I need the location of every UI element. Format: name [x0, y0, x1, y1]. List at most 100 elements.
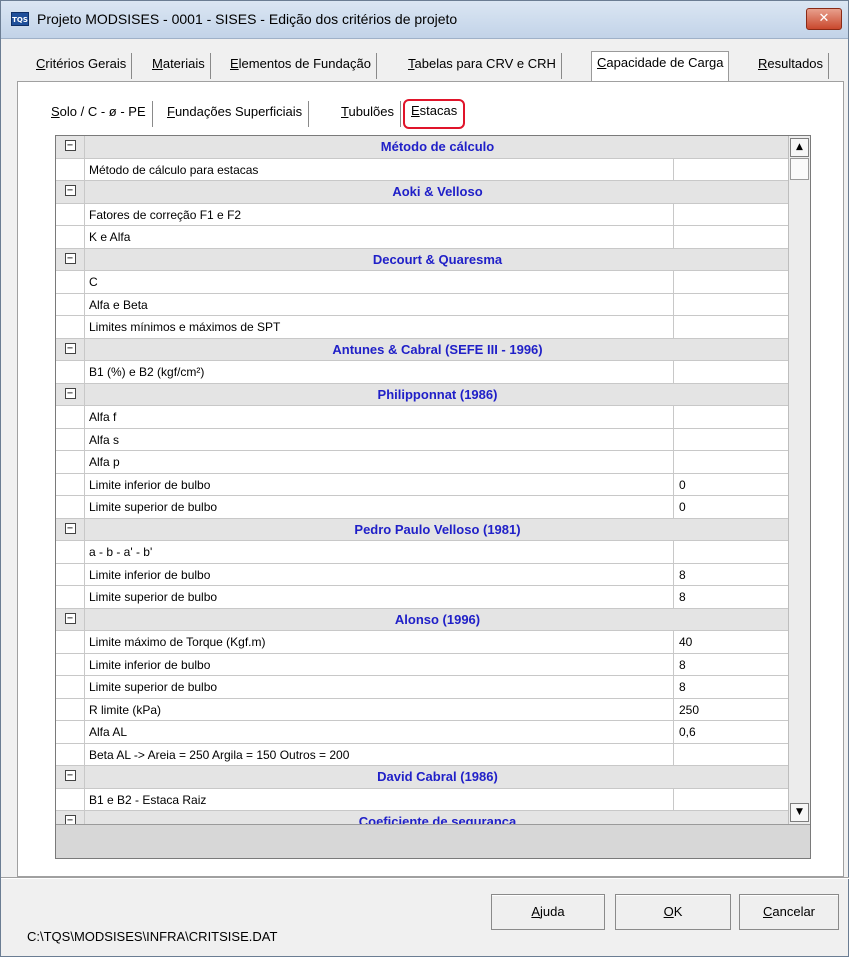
property-value[interactable]: 8 [675, 564, 789, 586]
row-indicator-cell [56, 451, 85, 473]
row-indicator-cell [56, 473, 85, 495]
property-value[interactable] [675, 204, 789, 226]
collapse-icon[interactable]: − [64, 252, 76, 264]
property-value[interactable] [675, 294, 789, 316]
property-value[interactable]: 8 [675, 676, 789, 698]
property-row[interactable]: Alfa p [56, 451, 789, 474]
property-row[interactable]: Limite superior de bulbo 8 [56, 586, 789, 609]
property-label: Beta AL -> Areia = 250 Argila = 150 Outr… [86, 743, 674, 765]
property-grid: − Método de cálculo Método de cálculo para… [55, 135, 811, 859]
row-indicator-cell: − [56, 181, 85, 203]
property-value[interactable] [675, 271, 789, 293]
property-row[interactable]: B1 e B2 - Estaca Raiz [56, 788, 789, 811]
property-row[interactable]: Alfa AL 0,6 [56, 721, 789, 744]
row-indicator-cell [56, 496, 85, 518]
property-row[interactable]: Limite superior de bulbo 8 [56, 676, 789, 699]
tab-criterios-gerais[interactable]: Critérios Gerais [31, 53, 133, 79]
row-indicator-cell [56, 226, 85, 248]
cancel-button[interactable]: Cancelar [739, 894, 839, 930]
property-value[interactable]: 0 [675, 474, 789, 496]
ok-button[interactable]: OK [615, 894, 731, 930]
collapse-icon[interactable]: − [64, 140, 76, 151]
help-button[interactable]: Ajuda [491, 894, 605, 930]
row-indicator-cell [56, 428, 85, 450]
tab-materiais[interactable]: Materiais [147, 53, 211, 79]
property-label: a - b - a' - b' [86, 541, 674, 563]
property-label: Alfa f [86, 406, 674, 428]
group-header-row[interactable]: − Philipponnat (1986) [56, 383, 789, 406]
row-indicator-cell: − [56, 136, 85, 158]
property-row[interactable]: B1 (%) e B2 (kgf/cm²) [56, 361, 789, 384]
property-value[interactable]: 0,6 [675, 721, 789, 743]
group-header-row[interactable]: − Alonso (1996) [56, 608, 789, 631]
property-row[interactable]: Limite superior de bulbo 0 [56, 496, 789, 519]
row-indicator-cell [56, 788, 85, 810]
property-label: Limite inferior de bulbo [86, 473, 674, 495]
property-value[interactable]: 0 [675, 496, 789, 518]
property-value[interactable] [675, 316, 789, 338]
collapse-icon[interactable]: − [64, 612, 76, 624]
group-title: David Cabral (1986) [377, 769, 498, 784]
property-value[interactable]: 8 [675, 654, 789, 676]
property-row[interactable]: C [56, 271, 789, 294]
collapse-icon[interactable]: − [64, 185, 76, 196]
title-bar[interactable]: TQS Projeto MODSISES - 0001 - SISES - Ed… [1, 1, 848, 39]
group-header-row[interactable]: − Decourt & Quaresma [56, 248, 789, 271]
property-row[interactable]: Método de cálculo para estacas [56, 158, 789, 181]
property-value[interactable]: 8 [675, 586, 789, 608]
property-value[interactable]: 40 [675, 631, 789, 653]
property-label: Alfa p [86, 451, 674, 473]
collapse-icon[interactable]: − [64, 387, 76, 399]
scroll-thumb[interactable] [790, 158, 809, 180]
group-header-row[interactable]: − Antunes & Cabral (SEFE III - 1996) [56, 338, 789, 361]
property-value[interactable] [675, 361, 789, 383]
tab-tabelas-crv-crh[interactable]: Tabelas para CRV e CRH [403, 53, 562, 79]
group-header-row[interactable]: − Aoki & Velloso [56, 181, 789, 204]
property-row[interactable]: Limite inferior de bulbo 0 [56, 473, 789, 496]
collapse-icon[interactable]: − [64, 770, 76, 781]
subtab-fundacoes-superficiais[interactable]: Fundações Superficiais [161, 101, 310, 127]
property-row[interactable]: Fatores de correção F1 e F2 [56, 203, 789, 226]
vertical-scrollbar[interactable]: ▲ ▼ [788, 136, 810, 824]
property-row[interactable]: Limites mínimos e máximos de SPT [56, 316, 789, 339]
group-header-row[interactable]: − Pedro Paulo Velloso (1981) [56, 518, 789, 541]
row-indicator-cell [56, 361, 85, 383]
property-value[interactable] [675, 226, 789, 248]
group-header-row[interactable]: − Método de cálculo [56, 136, 789, 159]
property-value[interactable] [675, 744, 789, 766]
property-value[interactable] [675, 159, 789, 181]
property-value[interactable] [675, 406, 789, 428]
property-row[interactable]: Alfa e Beta [56, 293, 789, 316]
property-label: Alfa e Beta [86, 293, 674, 315]
property-row[interactable]: K e Alfa [56, 226, 789, 249]
property-value[interactable]: 250 [675, 699, 789, 721]
scroll-up-icon[interactable]: ▲ [790, 138, 809, 157]
property-value[interactable] [675, 429, 789, 451]
row-indicator-cell: − [56, 338, 85, 360]
property-row[interactable]: Limite inferior de bulbo 8 [56, 563, 789, 586]
property-value[interactable] [675, 789, 789, 811]
property-row[interactable]: Alfa s [56, 428, 789, 451]
property-row[interactable]: Beta AL -> Areia = 250 Argila = 150 Outr… [56, 743, 789, 766]
property-row[interactable]: Alfa f [56, 406, 789, 429]
subtab-estacas[interactable]: Estacas [403, 99, 466, 129]
tab-resultados[interactable]: Resultados [753, 53, 830, 79]
group-header-row[interactable]: − David Cabral (1986) [56, 766, 789, 789]
tab-elementos-de-fundacao[interactable]: Elementos de Fundação [225, 53, 377, 79]
subtab-solo[interactable]: Solo / C - ø - PE [45, 101, 153, 127]
collapse-icon[interactable]: − [64, 522, 76, 534]
group-title: Pedro Paulo Velloso (1981) [354, 521, 521, 537]
property-label: Alfa AL [86, 721, 674, 743]
property-label: R limite (kPa) [86, 698, 674, 720]
property-row[interactable]: a - b - a' - b' [56, 541, 789, 564]
collapse-icon[interactable]: − [64, 342, 76, 354]
tab-capacidade-de-carga[interactable]: Capacidade de Carga [591, 51, 730, 81]
scroll-down-icon[interactable]: ▼ [790, 803, 809, 822]
property-row[interactable]: Limite inferior de bulbo 8 [56, 653, 789, 676]
property-row[interactable]: Limite máximo de Torque (Kgf.m) 40 [56, 631, 789, 654]
subtab-tubuloes[interactable]: Tubulões [335, 101, 402, 127]
property-value[interactable] [675, 451, 789, 473]
property-value[interactable] [675, 541, 789, 563]
property-row[interactable]: R limite (kPa) 250 [56, 698, 789, 721]
close-button[interactable]: ✕ [806, 8, 842, 30]
